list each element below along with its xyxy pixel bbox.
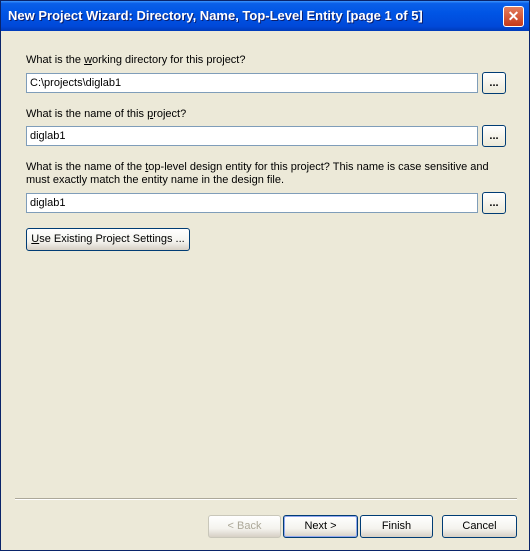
directory-input[interactable] bbox=[26, 73, 478, 93]
directory-label: What is the working directory for this p… bbox=[26, 54, 246, 66]
footer-separator bbox=[15, 498, 517, 500]
title-bar[interactable]: New Project Wizard: Directory, Name, Top… bbox=[1, 1, 529, 31]
top-level-entity-label: What is the name of the top-level design… bbox=[26, 161, 489, 186]
top-level-entity-browse-button[interactable]: ... bbox=[482, 192, 506, 214]
next-button[interactable]: Next > bbox=[283, 515, 358, 538]
use-existing-settings-button[interactable]: Use Existing Project Settings ... bbox=[26, 228, 190, 251]
back-button[interactable]: < Back bbox=[208, 515, 281, 538]
project-name-input[interactable] bbox=[26, 126, 478, 146]
project-name-label: What is the name of this project? bbox=[26, 108, 187, 120]
window-title: New Project Wizard: Directory, Name, Top… bbox=[8, 8, 423, 23]
top-level-entity-input[interactable] bbox=[26, 193, 478, 213]
cancel-button[interactable]: Cancel bbox=[442, 515, 517, 538]
finish-button[interactable]: Finish bbox=[360, 515, 433, 538]
directory-browse-button[interactable]: ... bbox=[482, 72, 506, 94]
close-icon[interactable]: ✕ bbox=[503, 6, 524, 27]
project-name-browse-button[interactable]: ... bbox=[482, 125, 506, 147]
wizard-window: New Project Wizard: Directory, Name, Top… bbox=[0, 0, 530, 551]
